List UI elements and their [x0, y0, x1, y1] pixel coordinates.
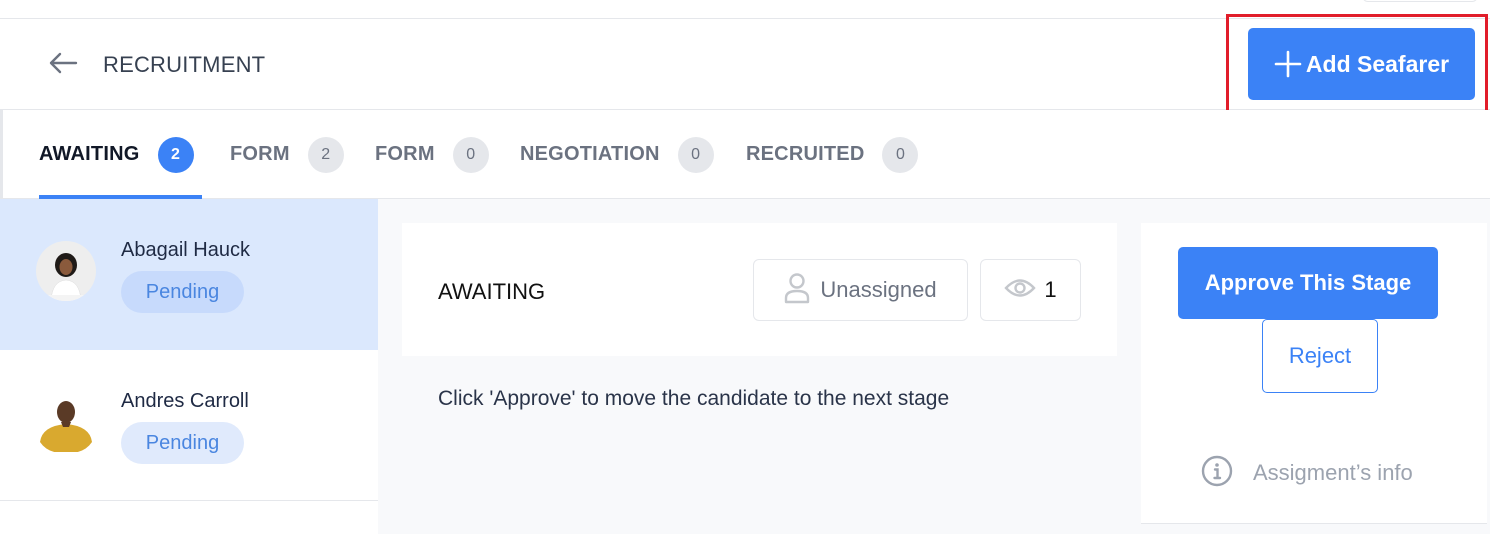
candidate-item[interactable]: Andres Carroll Pending [0, 350, 378, 501]
tab-label: NEGOTIATION [520, 143, 660, 165]
stage-title: AWAITING [438, 279, 546, 304]
stage-instruction: Click 'Approve' to move the candidate to… [438, 387, 950, 410]
candidate-item[interactable]: Abagail Hauck Pending [0, 199, 378, 350]
tab-recruited[interactable]: RECRUITED 0 [746, 110, 919, 199]
tab-awaiting[interactable]: AWAITING 2 [39, 110, 202, 199]
candidate-list: Abagail Hauck Pending Andres Carroll Pen… [0, 199, 378, 534]
tab-count-badge: 0 [677, 136, 714, 173]
top-control-stub[interactable] [1362, 0, 1478, 2]
page-title: RECRUITMENT [103, 52, 266, 77]
tab-form-2[interactable]: FORM 0 [375, 110, 489, 199]
add-seafarer-label: Add Seafarer [1305, 50, 1450, 77]
user-icon [784, 272, 810, 308]
arrow-left-icon [48, 52, 78, 78]
tab-form-1[interactable]: FORM 2 [230, 110, 344, 199]
avatar [36, 241, 96, 301]
tab-label: RECRUITED [746, 143, 865, 165]
approve-stage-button[interactable]: Approve This Stage [1178, 247, 1438, 319]
avatar [36, 392, 96, 452]
assignment-info-link[interactable]: Assigment’s info [1201, 455, 1413, 491]
back-button[interactable] [46, 51, 80, 79]
stage-actions-card: Approve This Stage Reject Assigment’s in… [1141, 223, 1487, 524]
tab-count-badge: 2 [307, 136, 344, 173]
tab-count-badge: 0 [882, 136, 919, 173]
status-badge: Pending [121, 422, 244, 464]
page-header: RECRUITMENT Add Seafarer [0, 14, 1490, 121]
assignee-label: Unassigned [820, 277, 937, 302]
add-seafarer-button[interactable]: Add Seafarer [1248, 28, 1475, 100]
info-icon [1201, 455, 1233, 491]
views-button[interactable]: 1 [980, 259, 1081, 321]
reject-button[interactable]: Reject [1262, 319, 1378, 393]
tab-count-badge: 2 [157, 136, 194, 173]
candidate-name: Andres Carroll [121, 390, 249, 412]
views-count: 1 [1044, 277, 1057, 302]
tab-count-badge: 0 [452, 136, 489, 173]
recruitment-page: RECRUITMENT Add Seafarer AWAITING 2 FORM… [0, 0, 1490, 534]
stage-tabs: AWAITING 2 FORM 2 FORM 0 NEGOTIATION 0 R… [0, 110, 1490, 199]
tab-negotiation[interactable]: NEGOTIATION 0 [520, 110, 714, 199]
stage-card: AWAITING Unassigned 1 [402, 223, 1117, 356]
assignment-info-label: Assigment’s info [1253, 460, 1413, 485]
top-strip [0, 0, 1490, 19]
stage-detail-panel: AWAITING Unassigned 1 Click 'Approve' to… [378, 199, 1490, 534]
tab-label: FORM [230, 143, 290, 165]
eye-icon [1004, 277, 1037, 303]
candidate-name: Abagail Hauck [121, 239, 250, 261]
assignee-button[interactable]: Unassigned [753, 259, 968, 321]
status-badge: Pending [121, 271, 244, 313]
tab-label: FORM [375, 143, 435, 165]
tab-label: AWAITING [39, 143, 140, 165]
plus-icon [1274, 50, 1302, 78]
